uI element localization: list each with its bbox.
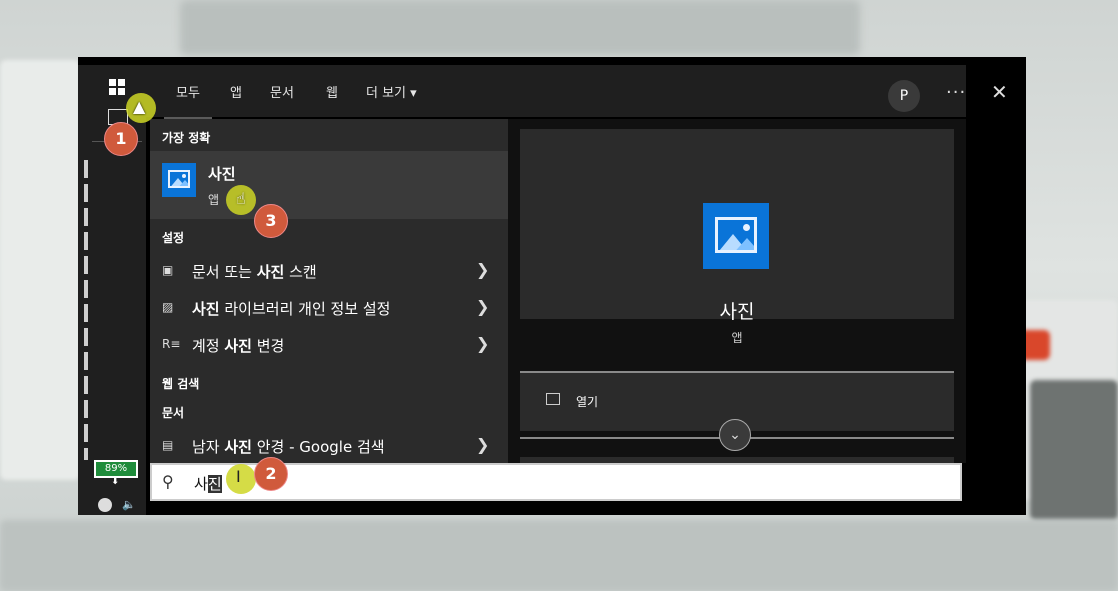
- close-icon[interactable]: ✕: [991, 80, 1008, 104]
- text-cursor-icon: I: [236, 467, 241, 486]
- tab-documents[interactable]: 문서: [270, 82, 294, 101]
- more-options-icon[interactable]: ···: [946, 82, 966, 103]
- evernote-icon[interactable]: [98, 498, 112, 512]
- background-blur: [180, 0, 860, 55]
- hand-pointer-icon: ☝: [236, 189, 246, 208]
- document-icon: ▤: [162, 438, 174, 452]
- open-icon: [546, 393, 560, 405]
- chevron-right-icon: ❯: [476, 297, 490, 316]
- background-blur: [0, 60, 80, 480]
- tab-apps[interactable]: 앱: [230, 82, 242, 101]
- best-match-subtitle: 앱: [208, 193, 220, 207]
- photos-app-icon: [162, 163, 196, 197]
- tab-web[interactable]: 웹: [326, 82, 338, 101]
- account-icon: R≡: [162, 337, 181, 351]
- search-tabs: 모두 앱 문서 웹 더 보기 ▾ P ··· ✕: [146, 65, 1008, 120]
- chevron-right-icon: ❯: [476, 334, 490, 353]
- search-icon: ⚲: [162, 472, 174, 491]
- section-web-search: 웹 검색: [162, 377, 200, 391]
- background-blur: [0, 520, 1118, 591]
- section-documents: 문서: [162, 406, 185, 420]
- list-item[interactable]: ▣ 문서 또는 사진 스캔 ❯: [150, 253, 508, 289]
- avatar[interactable]: P: [888, 80, 920, 112]
- chevron-down-icon[interactable]: ⌄: [719, 419, 751, 451]
- tab-all[interactable]: 모두: [164, 82, 212, 120]
- rail-edge: [84, 160, 88, 460]
- list-item-label: 사진 라이브러리 개인 정보 설정: [192, 300, 391, 318]
- chevron-right-icon: ❯: [476, 260, 490, 279]
- chevron-right-icon: ❯: [476, 435, 490, 454]
- highlight-circle: [226, 464, 256, 494]
- search-query: 사진: [194, 475, 222, 493]
- best-match-item[interactable]: 사진 앱: [150, 151, 508, 219]
- preview-subtitle: 앱: [731, 331, 743, 345]
- step-badge-2: 2: [254, 457, 288, 491]
- picture-icon: ▨: [162, 300, 174, 314]
- list-item[interactable]: R≡ 계정 사진 변경 ❯: [150, 327, 508, 363]
- start-search-window: 89% ⬇ 🔈 모두 앱 문서 웹 더 보기 ▾ P ··· ✕ 가장 정확 사…: [78, 57, 1026, 515]
- photos-app-large-icon: [703, 203, 769, 269]
- results-list: 가장 정확 사진 앱 설정 ▣ 문서 또는 사진 스캔 ❯ ▨ 사진 라이브러리…: [150, 119, 508, 463]
- section-settings: 설정: [162, 231, 185, 245]
- list-item[interactable]: ▤ 남자 사진 안경 - Google 검색 ❯: [150, 428, 508, 464]
- list-item[interactable]: ▨ 사진 라이브러리 개인 정보 설정 ❯: [150, 290, 508, 326]
- preview-title: 사진: [719, 301, 755, 323]
- open-label: 열기: [576, 395, 599, 409]
- step-badge-1: 1: [104, 122, 138, 156]
- mouse-pointer-icon: ▲: [133, 97, 146, 116]
- list-item-label: 문서 또는 사진 스캔: [192, 263, 317, 281]
- tab-more[interactable]: 더 보기 ▾: [366, 82, 417, 101]
- preview-pane: 사진 앱 열기 ⌄: [508, 119, 966, 463]
- scanner-icon: ▣: [162, 263, 174, 277]
- speaker-icon[interactable]: 🔈: [122, 498, 136, 511]
- windows-start-icon[interactable]: [109, 79, 126, 96]
- list-item-label: 계정 사진 변경: [192, 337, 285, 355]
- power-plug-icon: ⬇: [111, 476, 120, 487]
- background-blur: [1030, 380, 1118, 520]
- section-best-match: 가장 정확: [162, 131, 211, 145]
- list-item-label: 남자 사진 안경 - Google 검색: [192, 438, 385, 456]
- best-match-title: 사진: [208, 165, 236, 183]
- step-badge-3: 3: [254, 204, 288, 238]
